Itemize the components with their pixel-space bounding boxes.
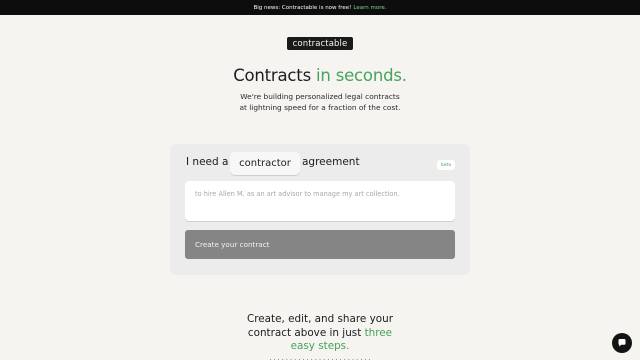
beta-badge: beta [437, 160, 455, 170]
steps-line-2-prefix: contract above in just [247, 326, 362, 339]
hero-subtitle-line-2: at lightning speed for a fraction of the… [239, 102, 401, 112]
steps-line-3: easy steps. [290, 340, 350, 352]
contract-form-card: I need a contractor agreement beta Creat… [170, 144, 470, 275]
steps-line-2: contract above in just three [0, 327, 640, 341]
hero-subtitle: We're building personalized legal contra… [0, 92, 640, 113]
steps-line-2-accent: three [364, 326, 393, 339]
hero-title-main: Contracts [233, 66, 311, 85]
banner-learn-more-link[interactable]: Learn more. [353, 5, 386, 11]
hero-subtitle-line-1: We're building personalized legal contra… [240, 92, 400, 101]
cropped-text-line: · · · · · · · · · · · · · · · · · · · · … [269, 356, 371, 360]
create-contract-button[interactable]: Create your contract [185, 230, 455, 259]
contract-type-selector[interactable]: contractor [230, 152, 300, 175]
hero-title-accent: in seconds. [316, 66, 407, 85]
form-label-prefix: I need a [186, 156, 229, 168]
chat-widget-button[interactable] [612, 333, 632, 353]
contract-description-input[interactable] [185, 181, 455, 221]
form-label-suffix: agreement [302, 156, 360, 168]
chat-bubble-icon [618, 339, 626, 347]
logo[interactable]: contractable [287, 37, 353, 50]
steps-heading: Create, edit, and share your contract ab… [0, 313, 640, 354]
hero-title: Contracts in seconds. [0, 66, 640, 85]
announcement-banner: Big news: Contractable is now free! Lear… [0, 0, 640, 15]
steps-line-1: Create, edit, and share your [246, 313, 393, 325]
banner-text: Big news: Contractable is now free! [253, 4, 352, 11]
